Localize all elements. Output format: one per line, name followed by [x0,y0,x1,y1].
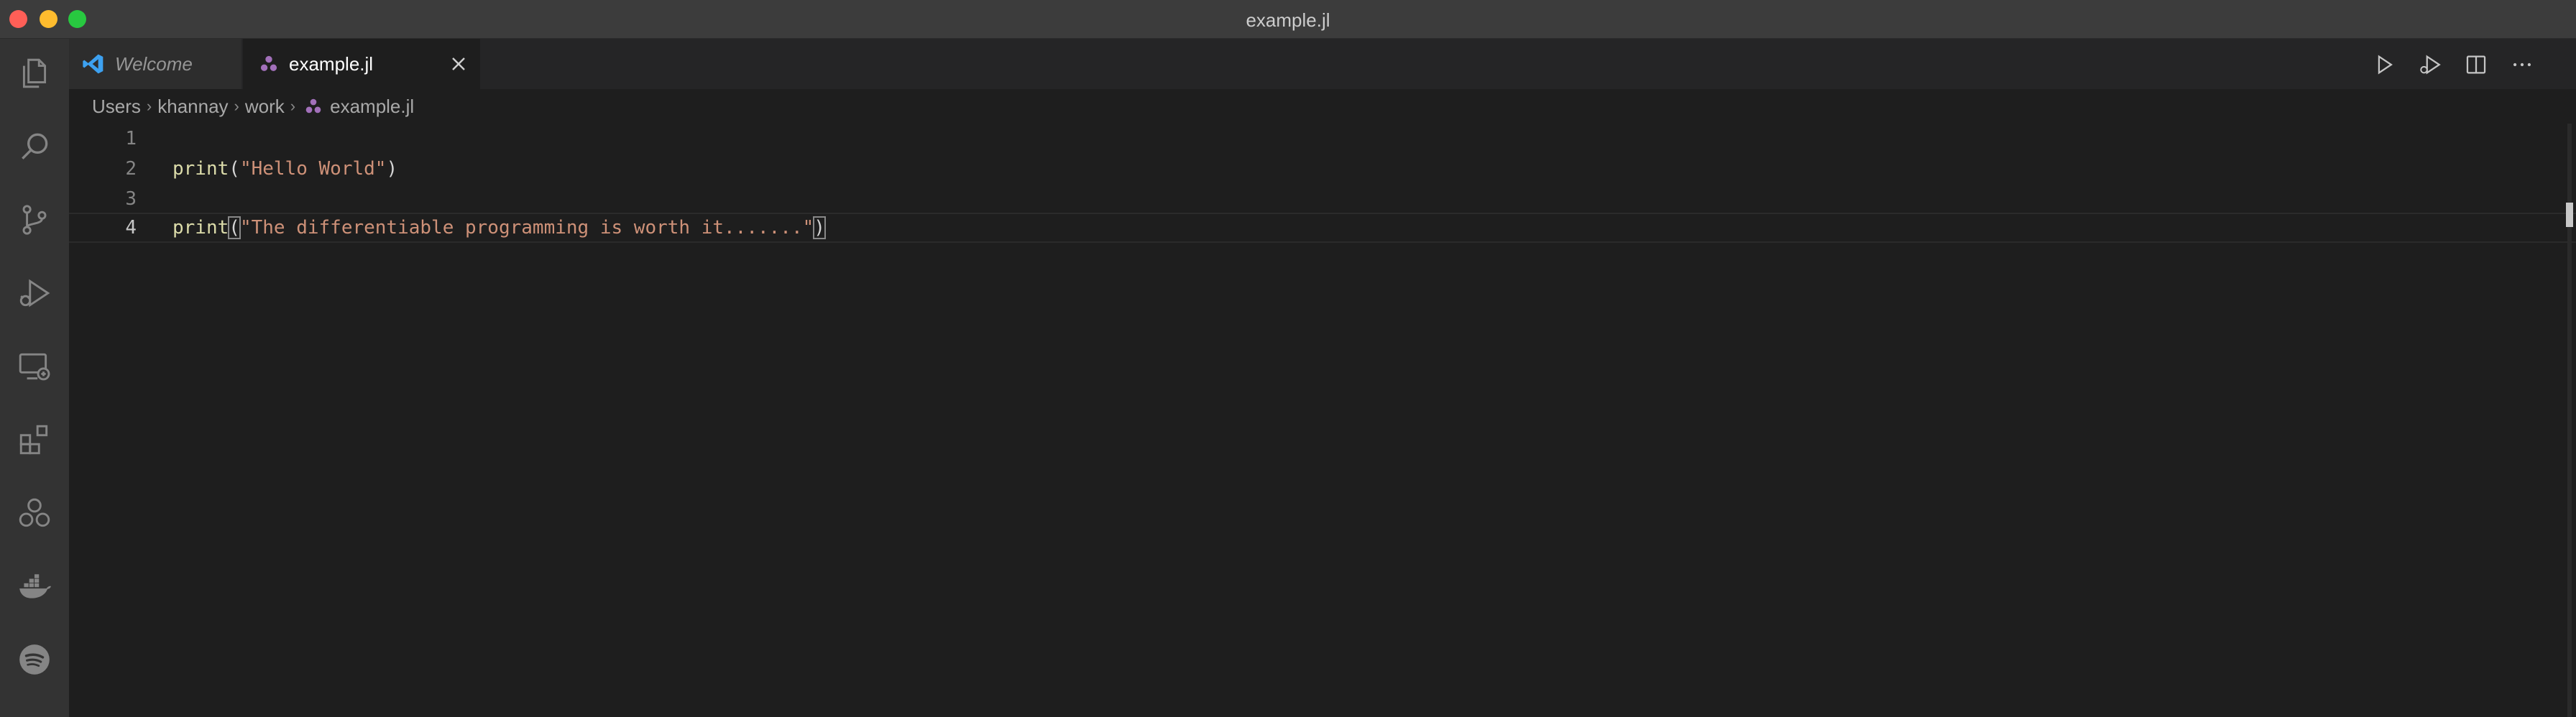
window-title: example.jl [1246,9,1330,31]
chevron-right-icon: › [290,97,296,115]
code-text: print("The differentiable programming is… [172,216,826,239]
line-number: 1 [125,128,137,149]
paren-token: ( [228,216,241,239]
remote-explorer-icon[interactable] [0,332,69,401]
function-token: print [172,217,229,239]
split-editor-icon[interactable] [2464,52,2488,77]
search-icon[interactable] [0,112,69,181]
vscode-logo-icon [83,54,104,74]
current-code-line[interactable]: 4 print("The differentiable programming … [69,213,2576,243]
close-tab-icon[interactable] [447,52,470,75]
julia-file-icon [305,98,321,114]
string-token: "The differentiable programming is worth… [239,217,814,239]
code-editor[interactable]: 1 2 print("Hello World") 3 4 print("The … [69,124,2576,717]
tab-example-jl-label: example.jl [289,52,374,75]
tab-welcome-label: Welcome [115,52,193,75]
breadcrumb: Users › khannay › work › example.jl [69,89,2576,124]
julia-icon[interactable] [0,478,69,547]
string-token: "Hello World" [239,158,387,180]
more-actions-icon[interactable] [2510,52,2534,77]
tab-welcome[interactable]: Welcome [69,39,242,89]
run-debug-icon[interactable] [0,259,69,328]
spotify-icon[interactable] [0,625,69,694]
tab-bar: Welcome example.jl [69,39,2576,89]
tab-example-jl[interactable]: example.jl [243,39,480,89]
paren-token: ( [229,158,240,180]
source-control-icon[interactable] [0,185,69,254]
breadcrumb-item-khannay[interactable]: khannay [157,96,228,118]
paren-token: ) [386,158,398,180]
function-token: print [172,158,229,180]
run-icon[interactable] [2372,52,2396,77]
code-text: print("Hello World") [172,158,397,180]
line-number: 3 [125,188,137,210]
breadcrumb-item-example-jl[interactable]: example.jl [330,96,414,118]
code-line[interactable]: 3 [69,184,2576,214]
vscode-window: example.jl Welcome example.jl Users › kh… [0,0,2576,717]
extensions-icon[interactable] [0,405,69,474]
cursor-position-marker [2566,203,2573,227]
line-number: 2 [125,158,137,180]
code-line[interactable]: 2 print("Hello World") [69,154,2576,184]
paren-token: ) [813,216,826,239]
breadcrumb-item-work[interactable]: work [245,96,285,118]
docker-icon[interactable] [0,552,69,621]
chevron-right-icon: › [146,97,152,115]
breadcrumb-item-users[interactable]: Users [92,96,141,118]
run-debug-icon[interactable] [2418,52,2442,77]
activity-bar [0,39,69,717]
chevron-right-icon: › [234,97,239,115]
code-line[interactable]: 1 [69,124,2576,154]
line-number: 4 [125,217,137,239]
title-bar: example.jl [0,0,2576,39]
julia-file-icon [260,55,277,71]
editor-actions [2346,39,2576,89]
explorer-icon[interactable] [0,39,69,108]
